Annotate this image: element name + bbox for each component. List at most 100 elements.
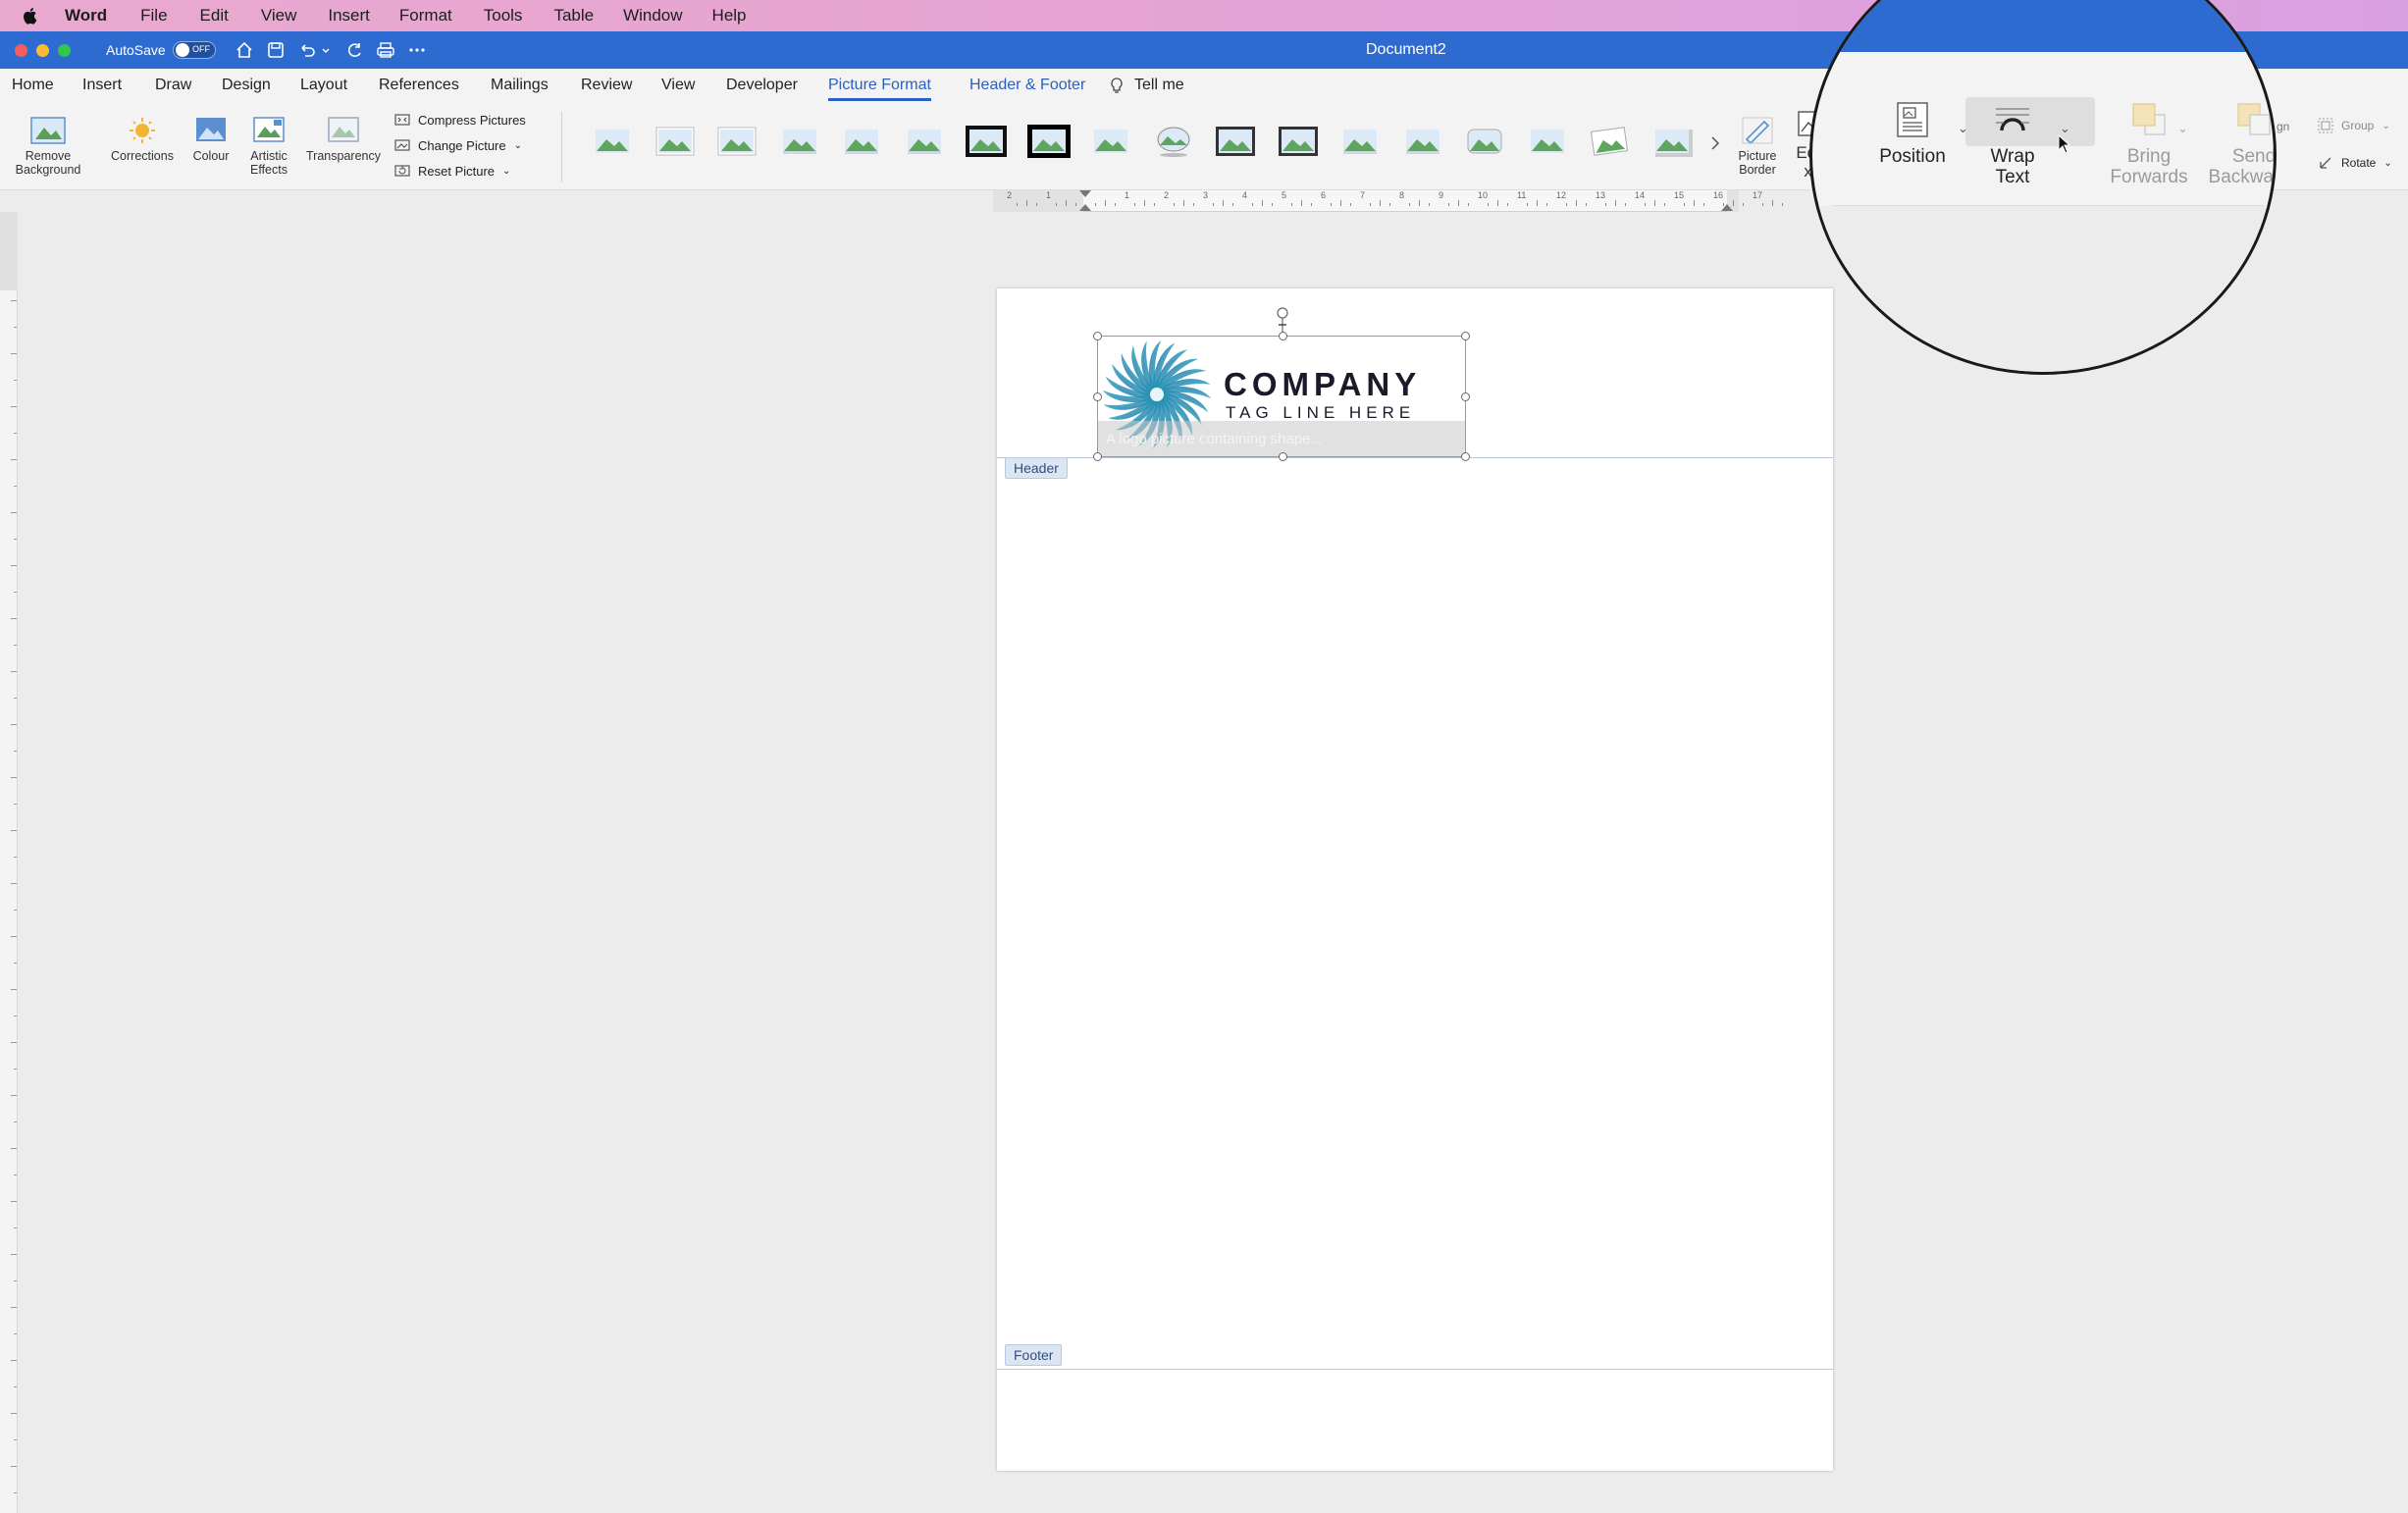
corrections-button[interactable]: Corrections xyxy=(106,116,179,163)
artistic-effects-label: Artistic Effects xyxy=(250,149,288,177)
menu-window[interactable]: Window xyxy=(623,6,682,26)
save-icon[interactable] xyxy=(265,39,287,61)
ruler-tick xyxy=(1772,200,1773,206)
zoom-window-button[interactable] xyxy=(58,44,71,57)
tab-developer[interactable]: Developer xyxy=(726,77,798,94)
footer-boundary-line xyxy=(997,1369,1833,1370)
tab-layout[interactable]: Layout xyxy=(300,77,347,94)
horizontal-ruler[interactable]: 2 1 1 2 3 4 5 6 7 8 9 10 11 12 13 14 15 16 17 xyxy=(993,190,1783,212)
header-logo-picture[interactable]: COMPANY TAG LINE HERE A logo picture con… xyxy=(1093,307,1470,461)
picture-style-thumbnail[interactable] xyxy=(1212,122,1259,161)
ribbon-separator xyxy=(561,112,562,183)
rotate-button[interactable]: Rotate ⌄ xyxy=(2318,155,2392,171)
first-line-indent-marker[interactable] xyxy=(1079,190,1091,197)
ruler-tick xyxy=(1291,203,1292,206)
tab-references[interactable]: References xyxy=(379,77,459,94)
tab-design[interactable]: Design xyxy=(222,77,271,94)
tab-picture-format[interactable]: Picture Format xyxy=(828,77,931,101)
picture-style-thumbnail[interactable] xyxy=(1025,122,1073,161)
apple-icon[interactable] xyxy=(22,6,39,26)
home-icon[interactable] xyxy=(234,39,255,61)
tab-home[interactable]: Home xyxy=(12,77,54,94)
picture-style-thumbnail[interactable] xyxy=(1399,122,1446,161)
resize-handle-left[interactable] xyxy=(1093,392,1102,401)
picture-border-button[interactable]: Picture Border xyxy=(1729,116,1786,177)
tab-header-footer[interactable]: Header & Footer xyxy=(969,77,1085,94)
picture-style-thumbnail[interactable] xyxy=(963,122,1010,161)
resize-handle-top-left[interactable] xyxy=(1093,332,1102,340)
redo-icon[interactable] xyxy=(343,39,365,61)
print-icon[interactable] xyxy=(375,39,396,61)
menu-help[interactable]: Help xyxy=(712,6,747,26)
right-indent-marker[interactable] xyxy=(1721,204,1733,211)
header-tag[interactable]: Header xyxy=(1005,457,1068,479)
picture-style-thumbnail[interactable] xyxy=(1586,122,1633,161)
left-indent-marker[interactable] xyxy=(1079,204,1091,211)
compress-pictures-button[interactable]: Compress Pictures xyxy=(394,112,526,128)
footer-tag[interactable]: Footer xyxy=(1005,1344,1063,1366)
resize-handle-bottom[interactable] xyxy=(1279,452,1287,461)
picture-style-thumbnail[interactable] xyxy=(1524,122,1571,161)
rotate-handle-icon[interactable] xyxy=(1276,307,1289,335)
position-button[interactable]: Position xyxy=(1871,101,1954,167)
reset-picture-button[interactable]: Reset Picture ⌄ xyxy=(394,163,510,179)
tab-mailings[interactable]: Mailings xyxy=(491,77,549,94)
menu-file[interactable]: File xyxy=(140,6,167,26)
tab-view[interactable]: View xyxy=(661,77,695,94)
ruler-tick xyxy=(1213,203,1214,206)
menu-view[interactable]: View xyxy=(261,6,297,26)
picture-style-thumbnail[interactable] xyxy=(713,122,760,161)
menu-format[interactable]: Format xyxy=(399,6,452,26)
group-chevron-icon: ⌄ xyxy=(2382,120,2390,131)
bring-forwards-chevron-icon[interactable]: ⌄ xyxy=(2177,121,2188,136)
picture-style-thumbnail[interactable] xyxy=(589,122,636,161)
remove-background-button[interactable]: Remove Background xyxy=(8,116,88,177)
tab-tell-me[interactable]: Tell me xyxy=(1134,77,1184,94)
picture-style-thumbnail[interactable] xyxy=(838,122,885,161)
close-window-button[interactable] xyxy=(15,44,27,57)
tab-draw[interactable]: Draw xyxy=(155,77,191,94)
menu-edit[interactable]: Edit xyxy=(200,6,229,26)
artistic-effects-button[interactable]: Artistic Effects xyxy=(241,116,296,177)
vertical-ruler-tick xyxy=(11,671,17,672)
autosave-toggle[interactable]: OFF xyxy=(173,41,216,59)
menu-table[interactable]: Table xyxy=(553,6,594,26)
align-button[interactable]: gn xyxy=(2277,120,2289,133)
picture-style-thumbnail[interactable] xyxy=(1336,122,1384,161)
send-backwards-button[interactable]: Send Backwards xyxy=(2203,101,2274,187)
resize-handle-bottom-right[interactable] xyxy=(1461,452,1470,461)
gallery-next-chevron-icon[interactable] xyxy=(1709,133,1721,153)
more-options-icon[interactable] xyxy=(406,39,428,61)
menu-tools[interactable]: Tools xyxy=(484,6,523,26)
tab-review[interactable]: Review xyxy=(581,77,632,94)
wrap-text-button[interactable]: Wrap Text xyxy=(1971,101,2054,187)
ruler-number: 3 xyxy=(1203,190,1209,200)
resize-handle-bottom-left[interactable] xyxy=(1093,452,1102,461)
change-picture-button[interactable]: Change Picture ⌄ xyxy=(394,137,522,153)
document-page[interactable]: Header COMPANY TAG LINE HERE A logo pict… xyxy=(997,288,1833,1471)
resize-handle-top-right[interactable] xyxy=(1461,332,1470,340)
transparency-button[interactable]: Transparency xyxy=(300,116,387,163)
vertical-ruler-tick xyxy=(14,592,17,593)
picture-style-thumbnail[interactable] xyxy=(901,122,948,161)
colour-button[interactable]: Colour xyxy=(183,116,239,163)
ruler-tick xyxy=(1017,203,1018,206)
picture-style-thumbnail[interactable] xyxy=(1150,122,1197,161)
bring-forwards-button[interactable]: Bring Forwards xyxy=(2107,101,2191,187)
menu-insert[interactable]: Insert xyxy=(328,6,370,26)
menu-app-word[interactable]: Word xyxy=(65,6,107,26)
picture-style-thumbnail[interactable] xyxy=(1461,122,1508,161)
vertical-ruler[interactable] xyxy=(0,212,18,1513)
undo-icon[interactable] xyxy=(296,39,318,61)
picture-style-thumbnail[interactable] xyxy=(652,122,699,161)
tab-insert[interactable]: Insert xyxy=(82,77,122,94)
undo-dropdown-chevron-icon[interactable] xyxy=(320,39,332,61)
minimize-window-button[interactable] xyxy=(36,44,49,57)
picture-style-thumbnail[interactable] xyxy=(1649,122,1696,161)
ruler-tick xyxy=(1733,200,1734,206)
picture-style-thumbnail[interactable] xyxy=(1087,122,1134,161)
resize-handle-right[interactable] xyxy=(1461,392,1470,401)
group-button[interactable]: Group ⌄ xyxy=(2318,118,2390,133)
picture-style-thumbnail[interactable] xyxy=(776,122,823,161)
picture-style-thumbnail[interactable] xyxy=(1275,122,1322,161)
